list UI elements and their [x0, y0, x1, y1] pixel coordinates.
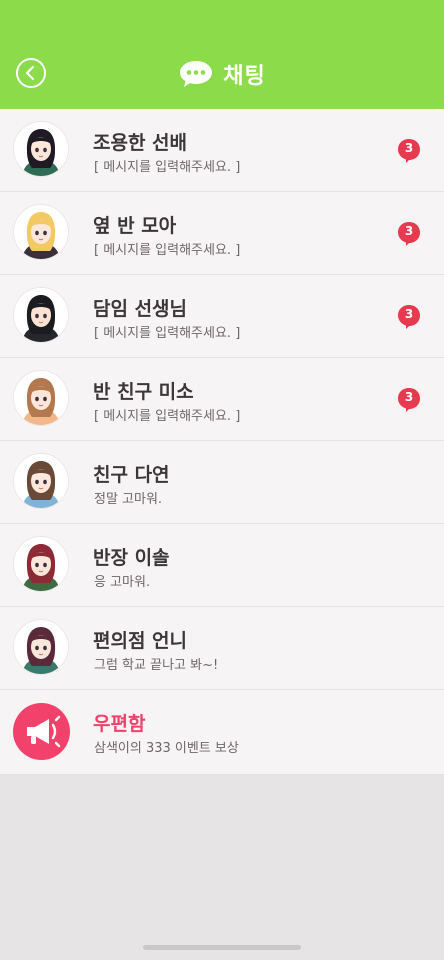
chat-row[interactable]: 옆 반 모아 [ 메시지를 입력해주세요. ] 3: [0, 192, 444, 275]
chat-row[interactable]: 친구 다연정말 고마워.: [0, 441, 444, 524]
chat-preview: [ 메시지를 입력해주세요. ]: [94, 326, 241, 341]
chat-preview: [ 메시지를 입력해주세요. ]: [94, 409, 241, 424]
avatar: [13, 121, 69, 177]
chat-name: 반장 이솔: [93, 547, 170, 569]
avatar: [13, 536, 69, 592]
mailbox-preview: 삼색이의 333 이벤트 보상: [94, 741, 239, 756]
avatar: [13, 370, 69, 426]
unread-badge: 3: [397, 221, 421, 246]
chat-name: 편의점 언니: [93, 630, 188, 652]
unread-badge: 3: [397, 387, 421, 412]
chat-row[interactable]: 반 친구 미소 [ 메시지를 입력해주세요. ] 3: [0, 358, 444, 441]
unread-badge: 3: [397, 304, 421, 329]
avatar: [13, 453, 69, 509]
mailbox-title: 우편함: [93, 713, 146, 735]
chat-preview: 그럼 학교 끝나고 봐~!: [94, 658, 219, 673]
title-group: 채팅: [0, 56, 444, 92]
unread-badge: 3: [397, 138, 421, 163]
chat-row[interactable]: 담임 선생님 [ 메시지를 입력해주세요. ] 3: [0, 275, 444, 358]
chat-preview: [ 메시지를 입력해주세요. ]: [94, 160, 241, 175]
page-title: 채팅: [223, 64, 266, 89]
speech-bubble-icon: [180, 61, 213, 87]
unread-count: 3: [404, 307, 414, 321]
chat-row[interactable]: 조용한 선배 [ 메시지를 입력해주세요. ] 3: [0, 109, 444, 192]
chat-row[interactable]: 반장 이솔응 고마워.: [0, 524, 444, 607]
chat-name: 조용한 선배: [93, 132, 188, 154]
header-bar: 채팅: [0, 0, 444, 109]
chat-list: 조용한 선배 [ 메시지를 입력해주세요. ] 3 옆 반 모아 [ 메시지를 입력해주…: [0, 109, 444, 774]
chat-preview: 응 고마워.: [94, 575, 151, 590]
chat-name: 친구 다연: [93, 464, 170, 486]
avatar: [13, 204, 69, 260]
chat-name: 반 친구 미소: [93, 381, 194, 403]
chat-row[interactable]: 편의점 언니그럼 학교 끝나고 봐~!: [0, 607, 444, 690]
megaphone-icon: [13, 703, 70, 760]
unread-count: 3: [404, 390, 414, 404]
avatar: [13, 287, 69, 343]
chat-screen: 채팅 조용한 선배 [ 메시지를 입력해주세요. ] 3 옆 반 모아 [ 메시지를 입…: [0, 0, 444, 960]
chat-name: 담임 선생님: [93, 298, 188, 320]
unread-count: 3: [404, 224, 414, 238]
mailbox-row[interactable]: 우편함삼색이의 333 이벤트 보상: [0, 690, 444, 774]
unread-count: 3: [404, 141, 414, 155]
chat-preview: 정말 고마워.: [94, 492, 163, 507]
chat-name: 옆 반 모아: [93, 215, 177, 237]
chat-preview: [ 메시지를 입력해주세요. ]: [94, 243, 241, 258]
avatar: [13, 619, 69, 675]
home-indicator: [143, 945, 301, 950]
